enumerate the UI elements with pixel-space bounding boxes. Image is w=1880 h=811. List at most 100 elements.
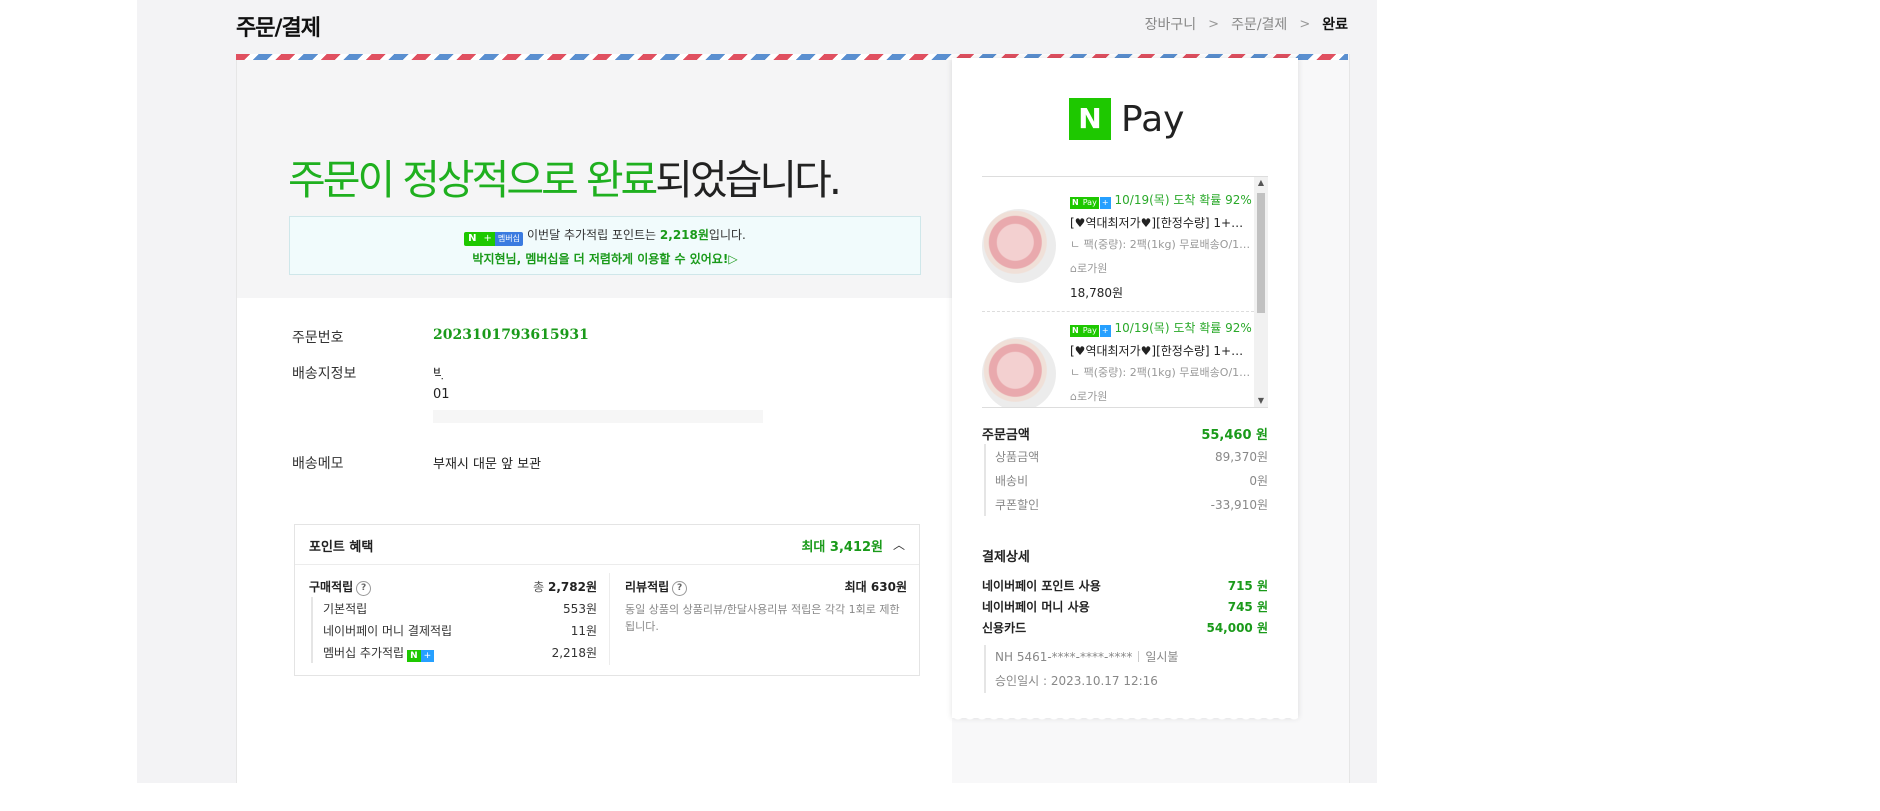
- membership-upsell-link[interactable]: 박지현님, 멤버십을 더 저렴하게 이용할 수 있어요!▷: [290, 250, 920, 267]
- naver-pay-plus-icon: N Pay +: [1070, 325, 1111, 337]
- page-title: 주문/결제: [236, 16, 321, 41]
- chevron-up-icon[interactable]: ︿: [893, 536, 907, 553]
- product-meta: N Pay +10/19(목) 도착 확률 92% [♥역대최저가♥][한정수량] …: [1070, 191, 1254, 301]
- help-icon[interactable]: ?: [672, 581, 688, 596]
- points-benefit-max: 최대 3,412원: [801, 540, 883, 555]
- divider: [982, 311, 1254, 312]
- completion-message: 주문이 정상적으로 완료되었습니다.: [288, 146, 842, 206]
- completion-message-highlight: 주문이 정상적으로 완료: [288, 156, 658, 204]
- product-price: 18,780원: [1070, 286, 1124, 300]
- approval-datetime: 승인일시 : 2023.10.17 12:16: [995, 674, 1158, 688]
- home-icon: ⌂: [1070, 262, 1077, 275]
- list-item: 네이버페이 포인트 사용 715 원: [982, 579, 1268, 593]
- product-option: ㄴ 팩(중량): 2팩(1kg) 무료배송O/1팩당 500g: [1070, 366, 1254, 379]
- hero-section: 주문이 정상적으로 완료되었습니다. N + 멤버십 이번달 추가적립 포인트는 2,…: [237, 60, 952, 298]
- list-item: 네이버페이 머니 결제적립 11원: [323, 624, 597, 638]
- purchase-points-breakdown: 기본적립 553원 네이버페이 머니 결제적립 11원 멤버십 추가적립 N +2,21…: [311, 597, 597, 663]
- breadcrumb-complete: 완료: [1322, 17, 1348, 33]
- naver-pay-logo: N Pay: [1069, 98, 1184, 140]
- redacted-name: [441, 364, 501, 378]
- breadcrumb-checkout: 주문/결제: [1231, 17, 1288, 33]
- purchase-points-row: 구매적립? 총 2,782원: [309, 575, 597, 597]
- breadcrumb: 장바구니 > 주문/결제 > 완료: [1145, 14, 1348, 34]
- product-list[interactable]: N Pay +10/19(목) 도착 확률 92% [♥역대최저가♥][한정수량] …: [982, 176, 1268, 408]
- order-amount-section: 주문금액 55,460 원 상품금액 89,370원 배송비 0원 쿠폰할인 -33,…: [982, 420, 1268, 516]
- payment-detail-title: 결제상세: [982, 550, 1030, 565]
- membership-points: 2,218원: [659, 228, 709, 242]
- card-detail: NH 5461-****-****-**** 일시불 승인일시 : 2023.10…: [984, 645, 1268, 693]
- review-points-row: 리뷰적립? 최대 630원: [625, 575, 907, 597]
- review-points-max: 최대 630원: [844, 580, 907, 594]
- product-thumbnail[interactable]: [982, 209, 1056, 283]
- list-item: 네이버페이 머니 사용 745 원: [982, 600, 1268, 614]
- divider: [609, 573, 610, 665]
- list-item: 상품금액 89,370원: [995, 450, 1268, 464]
- purchase-points: 구매적립? 총 2,782원 기본적립 553원 네이버페이 머니 결제적립 11원…: [309, 575, 597, 663]
- membership-banner[interactable]: N + 멤버십 이번달 추가적립 포인트는 2,218원입니다. 박지현님, 멤버십을…: [289, 216, 921, 275]
- order-amount-label: 주문금액: [982, 428, 1030, 443]
- store-name[interactable]: ⌂로가원: [1070, 260, 1254, 276]
- divider: [1138, 651, 1140, 662]
- order-info-section: 주문번호 2023101793615931 배송지정보 박 010 배송메모 부…: [237, 298, 952, 783]
- membership-text-prefix: 이번달 추가적립 포인트는: [527, 228, 660, 242]
- product-thumbnail[interactable]: [982, 337, 1056, 407]
- breadcrumb-cart[interactable]: 장바구니: [1145, 14, 1197, 34]
- list-item[interactable]: N Pay +10/19(목) 도착 확률 92% [♥역대최저가♥][한정수량] …: [982, 313, 1254, 407]
- product-name[interactable]: [♥역대최저가♥][한정수량] 1+등급 한돈 삼겹살 구이용: [1070, 342, 1254, 359]
- list-item: 쿠폰할인 -33,910원: [995, 498, 1268, 512]
- delivery-estimate: N Pay +10/19(목) 도착 확률 92%: [1070, 193, 1252, 209]
- list-item: 신용카드 54,000 원: [982, 621, 1268, 635]
- payment-detail-title-row: 결제상세: [982, 542, 1268, 574]
- order-amount-row: 주문금액 55,460 원: [982, 420, 1268, 444]
- review-points: 리뷰적립? 최대 630원 동일 상품의 상품리뷰/한달사용리뷰 적립은 각각 …: [625, 575, 907, 635]
- naver-pay-plus-icon: N Pay +: [1070, 197, 1111, 209]
- membership-points-line: N + 멤버십 이번달 추가적립 포인트는 2,218원입니다.: [290, 226, 920, 246]
- membership-text-suffix: 입니다.: [708, 228, 746, 242]
- product-meta: N Pay +10/19(목) 도착 확률 92% [♥역대최저가♥][한정수량] …: [1070, 319, 1254, 404]
- payment-receipt: N Pay N Pay +10/19(목) 도착 확률 92% [♥역대최저가♥][…: [952, 58, 1298, 718]
- order-number-label: 주문번호: [292, 330, 344, 346]
- order-amount: 55,460 원: [1201, 428, 1268, 443]
- delivery-estimate: N Pay +10/19(목) 도착 확률 92%: [1070, 321, 1252, 337]
- purchase-points-label: 구매적립: [309, 580, 354, 594]
- review-points-note: 동일 상품의 상품리뷰/한달사용리뷰 적립은 각각 1회로 제한됩니다.: [625, 603, 900, 633]
- receipt-torn-edge: [952, 714, 1298, 726]
- pay-wordmark: Pay: [1121, 98, 1185, 140]
- delivery-memo-label: 배송메모: [292, 456, 344, 472]
- product-name[interactable]: [♥역대최저가♥][한정수량] 1+등급 한돈 삼겹살 구이용: [1070, 214, 1254, 231]
- purchase-total-prefix: 총: [533, 580, 548, 594]
- redacted-address: [433, 410, 763, 423]
- scroll-down-icon[interactable]: ▼: [1254, 395, 1268, 407]
- installment: 일시불: [1145, 650, 1179, 664]
- page-header: 주문/결제 장바구니 > 주문/결제 > 완료: [236, 0, 1348, 50]
- payment-detail-section: 결제상세 네이버페이 포인트 사용 715 원 네이버페이 머니 사용 745 원 …: [982, 542, 1268, 693]
- product-option: ㄴ 팩(중량): 2팩(1kg) 무료배송O/1팩당 500g: [1070, 238, 1254, 251]
- scrollbar[interactable]: ▲ ▼: [1254, 177, 1268, 407]
- completion-message-rest: 되었습니다.: [655, 156, 842, 204]
- scrollbar-thumb[interactable]: [1257, 193, 1265, 313]
- list-item[interactable]: N Pay +10/19(목) 도착 확률 92% [♥역대최저가♥][한정수량] …: [982, 185, 1254, 312]
- list-item: 배송비 0원: [995, 474, 1268, 488]
- points-benefit-box: 포인트 혜택 최대 3,412원 ︿ 구매적립? 총 2,782원 기본적립 55…: [294, 524, 920, 676]
- points-benefit-title: 포인트 혜택: [309, 540, 374, 555]
- redacted-phone: [449, 388, 559, 402]
- chevron-right-icon: >: [1208, 16, 1220, 32]
- naver-plus-membership-icon: N + 멤버십: [464, 232, 524, 246]
- order-number: 2023101793615931: [433, 327, 589, 343]
- naver-n-icon: N: [1069, 98, 1111, 140]
- naver-plus-icon: N +: [407, 650, 435, 662]
- store-name[interactable]: ⌂로가원: [1070, 388, 1254, 404]
- purchase-points-total: 2,782원: [548, 580, 597, 594]
- chevron-right-icon: >: [1299, 16, 1311, 32]
- points-benefit-header[interactable]: 포인트 혜택 최대 3,412원 ︿: [295, 525, 919, 565]
- list-item: 기본적립 553원: [323, 602, 597, 616]
- scroll-up-icon[interactable]: ▲: [1254, 177, 1268, 189]
- card-number: NH 5461-****-****-****: [995, 650, 1133, 664]
- home-icon: ⌂: [1070, 390, 1077, 403]
- shipping-info-label: 배송지정보: [292, 366, 357, 382]
- order-amount-breakdown: 상품금액 89,370원 배송비 0원 쿠폰할인 -33,910원: [984, 444, 1268, 516]
- card-number-row: NH 5461-****-****-**** 일시불: [995, 645, 1268, 669]
- list-item: 멤버십 추가적립 N +2,218원: [323, 646, 597, 662]
- help-icon[interactable]: ?: [356, 581, 372, 596]
- review-points-label: 리뷰적립: [625, 580, 670, 594]
